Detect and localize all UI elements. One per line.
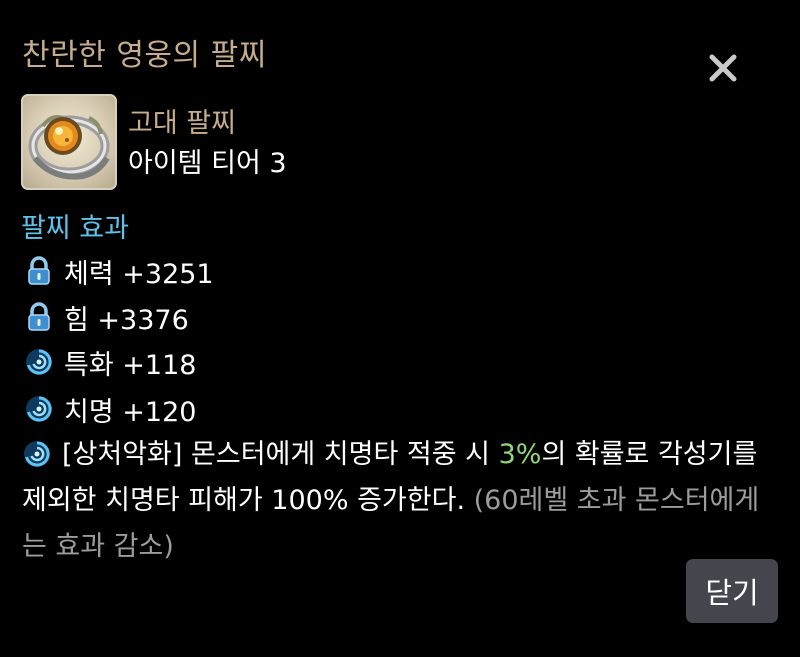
effect-text: 특화 +118: [64, 349, 197, 381]
close-confirm-button[interactable]: 닫기: [686, 559, 778, 623]
bracelet-item-icon: [21, 94, 117, 190]
swirl-icon: [22, 345, 56, 379]
effect-text: 힘 +3376: [64, 304, 189, 336]
effect-highlight-value: 3%: [498, 439, 542, 470]
effect-row-crit: 치명 +120: [22, 389, 196, 429]
close-button[interactable]: [700, 45, 746, 91]
item-grade: 고대 팔찌: [128, 108, 236, 139]
bracelet-effect-heading: 팔찌 효과: [21, 213, 129, 244]
effect-row-strength: 힘 +3376: [22, 297, 189, 337]
special-effect-description: [상처악화] 몬스터에게 치명타 적중 시 3%의 확률로 각성기를 제외한 치…: [22, 432, 782, 570]
effect-text: 체력 +3251: [64, 258, 214, 290]
swirl-icon: [22, 392, 56, 426]
swirl-icon: [22, 438, 56, 472]
close-icon: [709, 54, 737, 82]
lock-icon: [22, 300, 56, 334]
effect-text: [상처악화] 몬스터에게 치명타 적중 시: [62, 439, 499, 470]
item-tier: 아이템 티어 3: [128, 148, 287, 179]
lock-icon: [22, 254, 56, 288]
effect-row-vitality: 체력 +3251: [22, 251, 214, 291]
effect-text: 치명 +120: [64, 396, 197, 428]
popup-title: 찬란한 영웅의 팔찌: [22, 38, 267, 73]
effect-row-specialization: 특화 +118: [22, 342, 196, 382]
